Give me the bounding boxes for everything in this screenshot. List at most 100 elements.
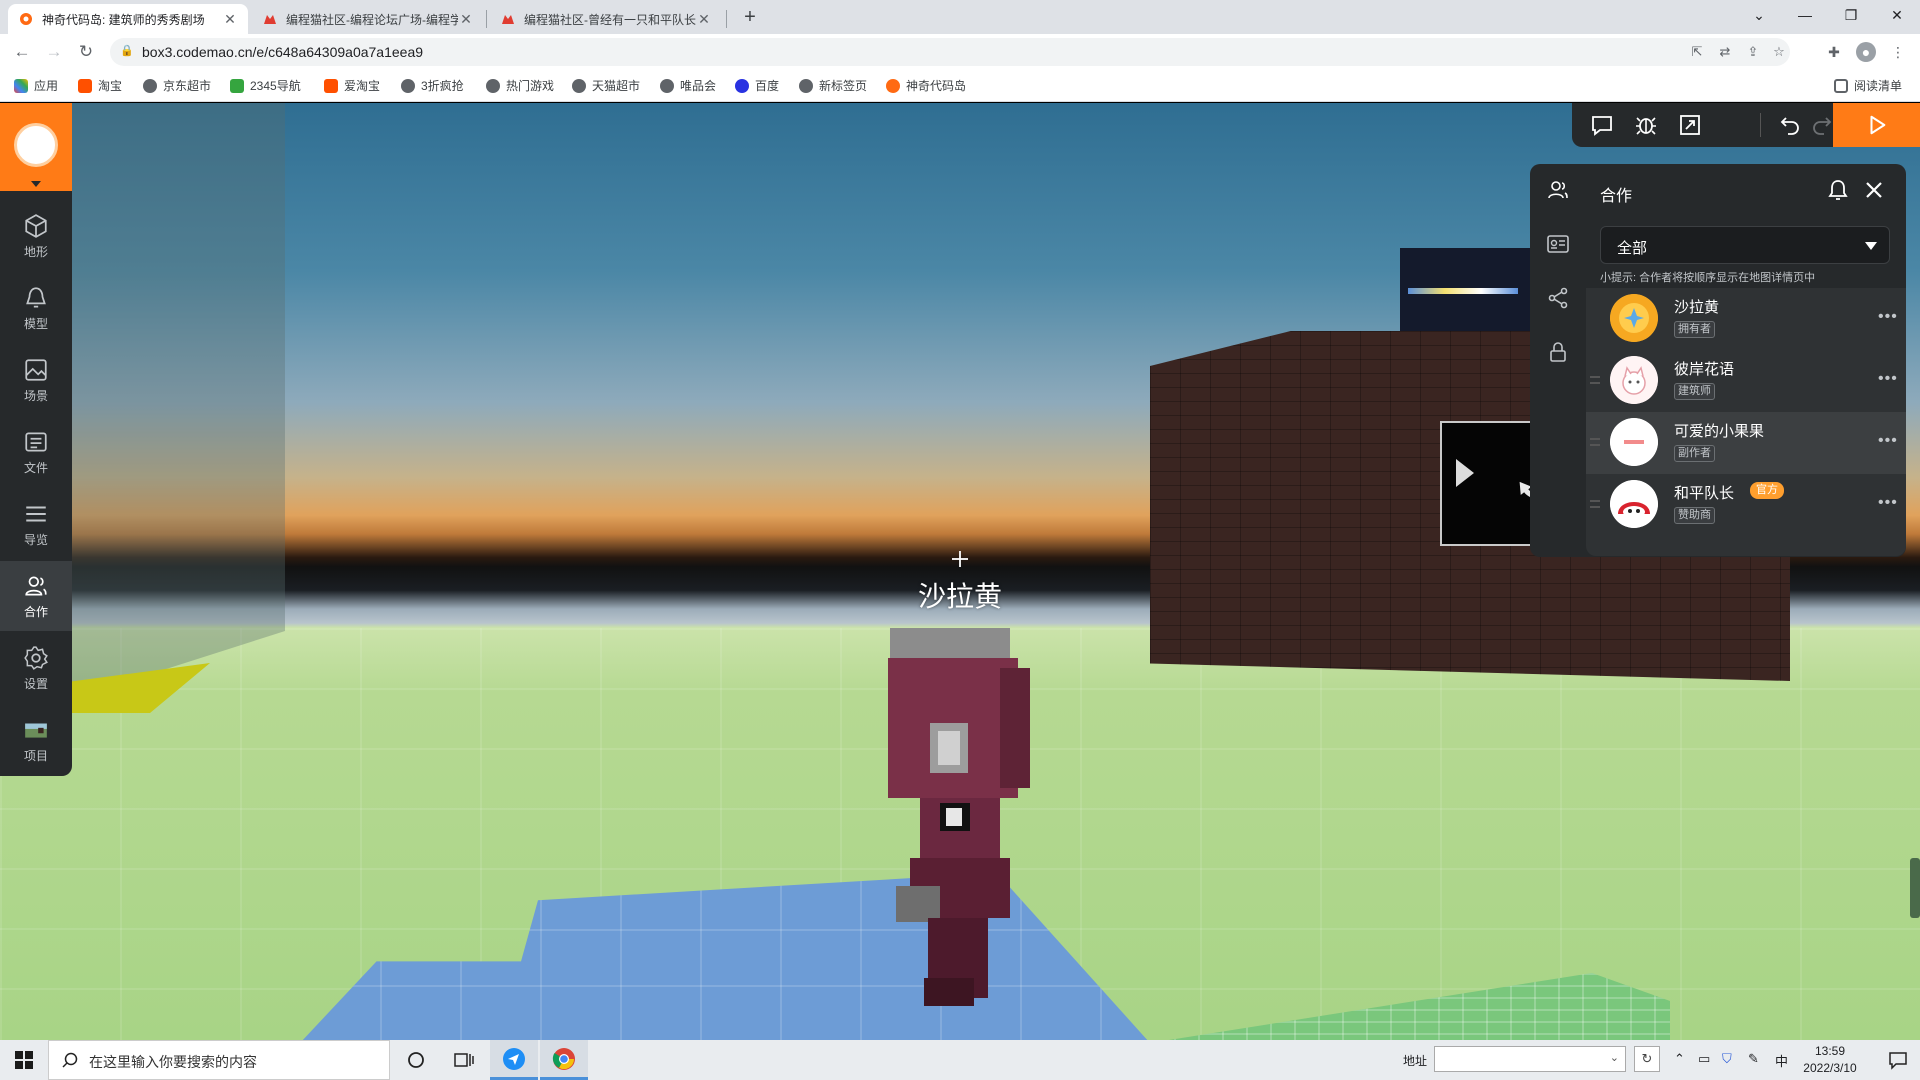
bookmark-taobao[interactable]: 淘宝 bbox=[78, 77, 122, 94]
clock-date: 2022/3/10 bbox=[1803, 1061, 1857, 1075]
more-options-icon[interactable]: ••• bbox=[1878, 432, 1898, 450]
sidebar-item-collaborate[interactable]: 合作 bbox=[0, 561, 72, 631]
sidebar-item-scene[interactable]: 场景 bbox=[0, 345, 72, 415]
list-item[interactable]: 可爱的小果果 副作者 ••• bbox=[1586, 412, 1906, 474]
chat-button[interactable] bbox=[1580, 103, 1624, 147]
reload-icon[interactable]: ↻ bbox=[74, 40, 98, 64]
member-name: 彼岸花语 bbox=[1674, 361, 1735, 378]
role-filter-select[interactable]: 全部 bbox=[1600, 226, 1890, 264]
fullscreen-button[interactable] bbox=[1668, 103, 1712, 147]
cortana-icon[interactable] bbox=[392, 1040, 440, 1080]
notification-bell-icon[interactable] bbox=[1826, 178, 1850, 202]
feishu-app-icon[interactable] bbox=[490, 1040, 538, 1080]
url-text[interactable]: box3.codemao.cn/e/c648a64309a0a7a1eea9 bbox=[142, 44, 423, 60]
drag-handle-icon[interactable] bbox=[1590, 376, 1600, 384]
bookmark-aitaobao[interactable]: 爱淘宝 bbox=[324, 77, 380, 94]
sidebar-item-model[interactable]: 模型 bbox=[0, 273, 72, 343]
tray-expand-icon[interactable]: ⌃ bbox=[1674, 1051, 1685, 1067]
more-options-icon[interactable]: ••• bbox=[1878, 370, 1898, 388]
tab-codemao-forum[interactable]: 编程猫社区-编程论坛广场-编程学 ✕ bbox=[252, 4, 484, 34]
bookmark-baidu[interactable]: 百度 bbox=[735, 77, 779, 94]
address-go-button[interactable]: ↻ bbox=[1634, 1046, 1660, 1072]
chevron-down-icon[interactable]: ⌄ bbox=[1610, 1051, 1619, 1064]
viewport-scroll-handle[interactable] bbox=[1910, 858, 1920, 918]
more-options-icon[interactable]: ••• bbox=[1878, 494, 1898, 512]
tab-codemao-island[interactable]: 神奇代码岛: 建筑师的秀秀剧场 ✕ bbox=[8, 4, 248, 34]
profile-avatar-icon[interactable]: ● bbox=[1856, 42, 1876, 62]
menu-kebab-icon[interactable]: ⋮ bbox=[1888, 42, 1908, 62]
system-clock[interactable]: 13:59 2022/3/10 bbox=[1792, 1043, 1868, 1077]
bookmark-apps[interactable]: 应用 bbox=[14, 77, 58, 94]
bookmark-codemao-island[interactable]: 神奇代码岛 bbox=[886, 77, 966, 94]
chevron-down-icon bbox=[31, 181, 41, 187]
chrome-icon[interactable] bbox=[540, 1040, 588, 1080]
share-icon[interactable]: ⇪ bbox=[1744, 43, 1762, 61]
toolbar-divider bbox=[1760, 113, 1761, 137]
tab-permissions[interactable] bbox=[1530, 326, 1586, 378]
bookmark-jd[interactable]: 京东超市 bbox=[143, 77, 211, 94]
task-view-icon[interactable] bbox=[440, 1040, 488, 1080]
back-arrow-icon[interactable]: ← bbox=[10, 40, 34, 64]
reading-list[interactable]: 阅读清单 bbox=[1834, 77, 1902, 94]
forward-arrow-icon[interactable]: → bbox=[42, 40, 66, 64]
users-icon bbox=[25, 575, 47, 596]
bookmark-3zhe[interactable]: 3折疯抢 bbox=[401, 77, 464, 94]
sidebar-item-settings[interactable]: 设置 bbox=[0, 633, 72, 703]
sidebar-item-project[interactable]: 项目 bbox=[0, 705, 72, 775]
bookmark-newtab[interactable]: 新标签页 bbox=[799, 77, 867, 94]
tab-title: 编程猫社区-曾经有一只和平队长 bbox=[524, 12, 696, 27]
start-button[interactable] bbox=[0, 1040, 48, 1080]
bookmark-label: 京东超市 bbox=[163, 79, 212, 93]
taskbar-search[interactable]: 在这里输入你要搜索的内容 bbox=[48, 1040, 390, 1080]
sidebar-item-file[interactable]: 文件 bbox=[0, 417, 72, 487]
minimize-button[interactable]: — bbox=[1782, 0, 1828, 30]
undo-icon bbox=[1780, 117, 1799, 135]
restore-button[interactable]: ❐ bbox=[1828, 0, 1874, 30]
address-toolbar-input[interactable]: ⌄ bbox=[1434, 1046, 1626, 1072]
more-options-icon[interactable]: ••• bbox=[1878, 308, 1898, 326]
battery-icon[interactable]: ▭ bbox=[1698, 1051, 1710, 1067]
open-in-app-icon[interactable]: ⇱ bbox=[1688, 43, 1706, 61]
list-item[interactable]: 和平队长 官方 赞助商 ••• bbox=[1586, 474, 1906, 536]
close-panel-icon[interactable] bbox=[1862, 178, 1886, 202]
bookmark-vip[interactable]: 唯品会 bbox=[660, 77, 716, 94]
chat-bubble-icon bbox=[1592, 116, 1612, 136]
drag-handle-icon[interactable] bbox=[1590, 438, 1600, 446]
tab-share[interactable] bbox=[1530, 272, 1586, 324]
bookmark-games[interactable]: 热门游戏 bbox=[486, 77, 554, 94]
extensions-puzzle-icon[interactable]: ✚ bbox=[1824, 42, 1844, 62]
list-item[interactable]: 沙拉黄 拥有者 ••• bbox=[1586, 288, 1906, 350]
shield-icon[interactable]: ⛉ bbox=[1722, 1051, 1732, 1067]
collab-side-tabs bbox=[1530, 164, 1586, 384]
app-logo[interactable] bbox=[0, 103, 72, 191]
new-tab-button[interactable]: + bbox=[738, 6, 762, 30]
sidebar-item-terrain[interactable]: 地形 bbox=[0, 201, 72, 271]
omnibox[interactable]: 🔒 box3.codemao.cn/e/c648a64309a0a7a1eea9… bbox=[110, 38, 1790, 66]
close-window-button[interactable]: ✕ bbox=[1874, 0, 1920, 30]
translate-icon[interactable]: ⇄ bbox=[1716, 43, 1734, 61]
codemao-island-logo-icon bbox=[14, 123, 58, 167]
close-tab-icon[interactable]: ✕ bbox=[458, 11, 474, 28]
ime-indicator[interactable]: 中 bbox=[1775, 1051, 1788, 1070]
list-item[interactable]: 彼岸花语 建筑师 ••• bbox=[1586, 350, 1906, 412]
tab-collaborators[interactable] bbox=[1530, 164, 1586, 216]
tab-search-icon[interactable]: ⌄ bbox=[1736, 0, 1782, 30]
drag-handle-icon[interactable] bbox=[1590, 500, 1600, 508]
run-button[interactable] bbox=[1833, 103, 1920, 147]
tab-codemao-post[interactable]: 编程猫社区-曾经有一只和平队长 ✕ bbox=[490, 4, 722, 34]
pen-icon[interactable]: ✎ bbox=[1748, 1051, 1759, 1067]
bookmark-tmall[interactable]: 天猫超市 bbox=[572, 77, 640, 94]
tab-profile-card[interactable] bbox=[1530, 218, 1586, 270]
close-tab-icon[interactable]: ✕ bbox=[696, 11, 712, 28]
apps-grid-icon bbox=[14, 78, 28, 93]
glass-pillar bbox=[60, 103, 285, 703]
close-tab-icon[interactable]: ✕ bbox=[222, 11, 238, 28]
notification-center-icon[interactable] bbox=[1876, 1040, 1920, 1080]
player-avatar[interactable] bbox=[880, 628, 1040, 1040]
sidebar-item-guide[interactable]: 导览 bbox=[0, 489, 72, 559]
debug-button[interactable] bbox=[1624, 103, 1668, 147]
image-icon bbox=[25, 358, 47, 381]
bookmark-2345[interactable]: 2345导航 bbox=[230, 77, 301, 94]
tab-separator bbox=[726, 10, 727, 28]
bookmark-star-icon[interactable]: ☆ bbox=[1770, 43, 1788, 61]
